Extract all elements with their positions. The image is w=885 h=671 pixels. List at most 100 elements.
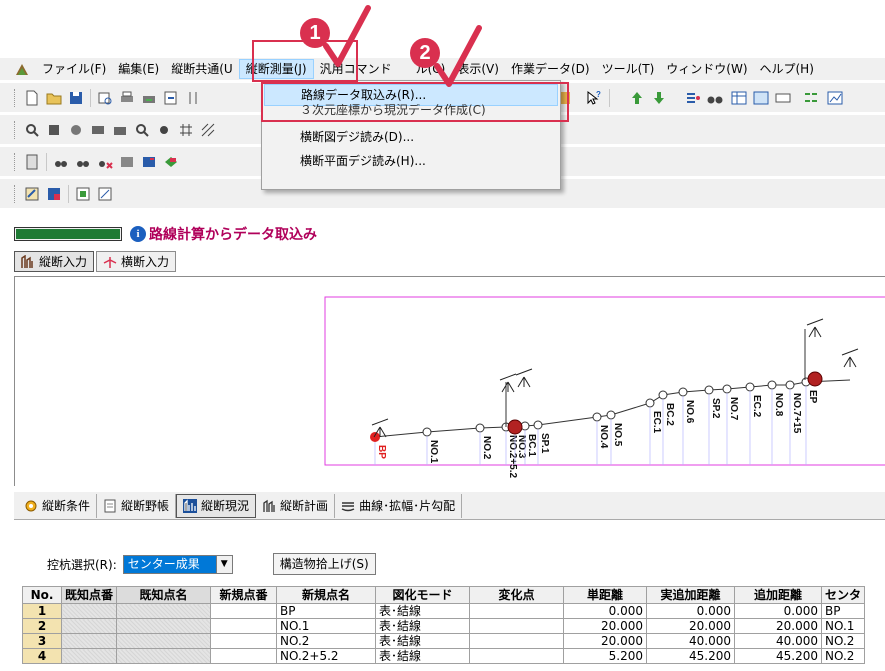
- table-row[interactable]: 3 NO.2 表･結線 20.000 40.000 40.000 NO.2: [22, 633, 866, 649]
- row-number-cell[interactable]: 1: [22, 603, 62, 619]
- printer-setup-icon[interactable]: [140, 89, 158, 107]
- station-marker[interactable]: [658, 390, 668, 400]
- menu-file[interactable]: ファイル(F): [36, 59, 112, 79]
- find-delete-icon[interactable]: [96, 153, 114, 171]
- chevron-down-icon[interactable]: ▼: [215, 555, 232, 573]
- station-marker[interactable]: [475, 423, 485, 433]
- hand-icon[interactable]: [67, 121, 85, 139]
- new-name-cell[interactable]: NO.2: [276, 633, 377, 649]
- number-icon[interactable]: [140, 153, 158, 171]
- tab-profile-conditions[interactable]: 縦断条件: [18, 493, 98, 518]
- col-header-mode[interactable]: 図化モード: [375, 586, 471, 604]
- selected-station-marker[interactable]: [507, 419, 523, 435]
- menu-item-plan-digitize[interactable]: 横断平面デジ読み(H)...: [264, 150, 558, 172]
- col-header-real-cumulative[interactable]: 実追加距離: [646, 586, 736, 604]
- table-row[interactable]: 2 NO.1 表･結線 20.000 20.000 20.000 NO.1: [22, 618, 866, 634]
- center-cell[interactable]: NO.2: [821, 648, 866, 664]
- selected-station-marker[interactable]: [807, 371, 823, 387]
- station-marker[interactable]: [606, 410, 616, 420]
- known-name-cell[interactable]: [116, 648, 212, 664]
- station-marker[interactable]: [767, 380, 777, 390]
- real-cumulative-cell[interactable]: 0.000: [646, 603, 736, 619]
- station-marker[interactable]: [533, 420, 543, 430]
- layout-a-icon[interactable]: [74, 185, 92, 203]
- drawing-icon[interactable]: [23, 185, 41, 203]
- station-marker[interactable]: [785, 380, 795, 390]
- distance-cell[interactable]: 20.000: [563, 633, 648, 649]
- cut-icon[interactable]: [184, 89, 202, 107]
- col-header-new-name[interactable]: 新規点名: [276, 586, 377, 604]
- row-number-cell[interactable]: 4: [22, 648, 62, 664]
- station-marker[interactable]: [678, 387, 688, 397]
- col-header-new-no[interactable]: 新規点番: [210, 586, 278, 604]
- menu-profile-common[interactable]: 縦断共通(U: [165, 59, 238, 79]
- center-cell[interactable]: NO.2: [821, 633, 866, 649]
- real-cumulative-cell[interactable]: 45.200: [646, 648, 736, 664]
- export-drawing-icon[interactable]: [45, 185, 63, 203]
- tab-profile-input[interactable]: 縦断入力: [14, 251, 95, 272]
- col-header-known-name[interactable]: 既知点名: [116, 586, 212, 604]
- station-marker[interactable]: [592, 412, 602, 422]
- cumulative-cell[interactable]: 20.000: [734, 618, 823, 634]
- col-header-known-no[interactable]: 既知点番: [60, 586, 118, 604]
- known-no-cell[interactable]: [60, 633, 118, 649]
- tab-cross-input[interactable]: 横断入力: [96, 251, 177, 272]
- tab-curve-widening[interactable]: 曲線･拡幅･片勾配: [335, 493, 463, 518]
- station-marker[interactable]: [745, 382, 755, 392]
- change-point-cell[interactable]: [469, 648, 565, 664]
- mode-cell[interactable]: 表･結線: [375, 603, 471, 619]
- change-point-cell[interactable]: [469, 618, 565, 634]
- run-icon[interactable]: [162, 153, 180, 171]
- cumulative-cell[interactable]: 45.200: [734, 648, 823, 664]
- menu-help[interactable]: ヘルプ(H): [754, 59, 820, 79]
- tab-profile-plan[interactable]: 縦断計画: [256, 493, 336, 518]
- context-help-icon[interactable]: ?: [584, 89, 602, 107]
- find-next-icon[interactable]: [74, 153, 92, 171]
- known-no-cell[interactable]: [60, 648, 118, 664]
- distance-cell[interactable]: 5.200: [563, 648, 648, 664]
- mode-cell[interactable]: 表･結線: [375, 648, 471, 664]
- print-icon[interactable]: [118, 89, 136, 107]
- station-marker[interactable]: [645, 398, 655, 408]
- col-header-distance[interactable]: 単距離: [563, 586, 648, 604]
- station-marker[interactable]: [704, 385, 714, 395]
- list-icon[interactable]: [118, 153, 136, 171]
- layer-icon[interactable]: [111, 121, 129, 139]
- export-icon[interactable]: [162, 89, 180, 107]
- new-no-cell[interactable]: [210, 603, 278, 619]
- table-row[interactable]: 4 NO.2+5.2 表･結線 5.200 45.200 45.200 NO.2: [22, 648, 866, 664]
- print-preview-icon[interactable]: [96, 89, 114, 107]
- menu-item-cross-digitize[interactable]: 横断図デジ読み(D)...: [264, 126, 558, 148]
- known-name-cell[interactable]: [116, 618, 212, 634]
- mode-cell[interactable]: 表･結線: [375, 633, 471, 649]
- known-no-cell[interactable]: [60, 603, 118, 619]
- table-row[interactable]: 1 BP 表･結線 0.000 0.000 0.000 BP: [22, 603, 866, 619]
- search-icon[interactable]: [133, 121, 151, 139]
- grid-icon[interactable]: [177, 121, 195, 139]
- row-number-cell[interactable]: 2: [22, 618, 62, 634]
- menu-work-data[interactable]: 作業データ(D): [505, 59, 596, 79]
- center-cell[interactable]: NO.1: [821, 618, 866, 634]
- station-marker[interactable]: [422, 427, 432, 437]
- new-no-cell[interactable]: [210, 633, 278, 649]
- layout-icon[interactable]: [802, 89, 820, 107]
- list-settings-icon[interactable]: [684, 89, 702, 107]
- tab-profile-fieldbook[interactable]: 縦断野帳: [97, 493, 177, 518]
- download-arrow-icon[interactable]: [650, 89, 668, 107]
- zoom-icon[interactable]: [23, 121, 41, 139]
- change-point-cell[interactable]: [469, 633, 565, 649]
- binoculars-icon[interactable]: [706, 89, 724, 107]
- col-header-no[interactable]: No.: [22, 586, 62, 604]
- col-header-center[interactable]: センタ: [821, 586, 866, 604]
- row-number-cell[interactable]: 3: [22, 633, 62, 649]
- distance-cell[interactable]: 20.000: [563, 618, 648, 634]
- cumulative-cell[interactable]: 40.000: [734, 633, 823, 649]
- table-view-icon[interactable]: [730, 89, 748, 107]
- distance-cell[interactable]: 0.000: [563, 603, 648, 619]
- toolbar-grip[interactable]: [14, 120, 17, 139]
- find-replace-icon[interactable]: [52, 153, 70, 171]
- new-no-cell[interactable]: [210, 618, 278, 634]
- known-no-cell[interactable]: [60, 618, 118, 634]
- col-header-cumulative[interactable]: 追加距離: [734, 586, 823, 604]
- center-cell[interactable]: BP: [821, 603, 866, 619]
